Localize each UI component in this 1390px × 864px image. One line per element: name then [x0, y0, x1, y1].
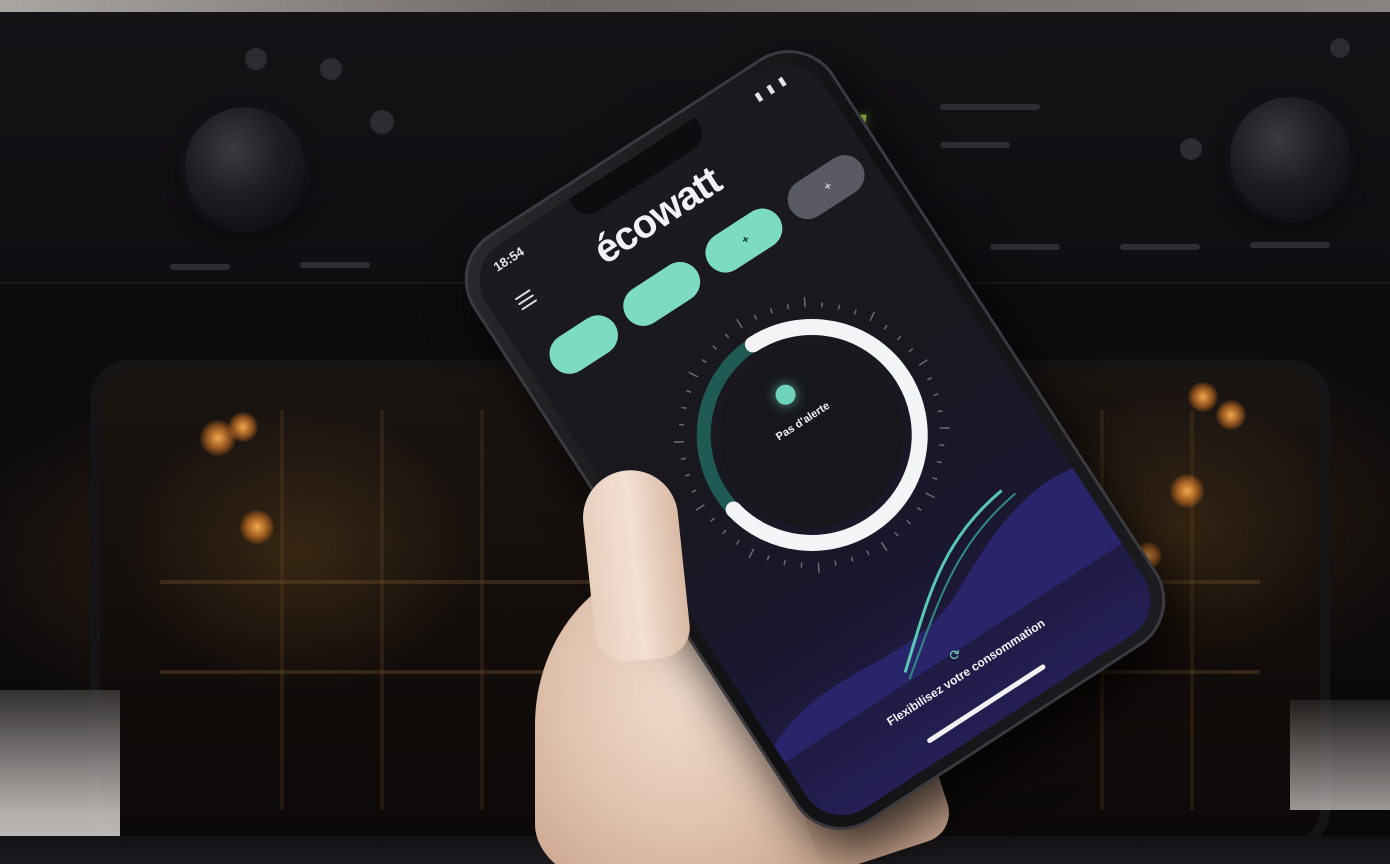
- dial-tick: [710, 517, 715, 522]
- dial-tick: [724, 333, 730, 339]
- panel-label: [940, 142, 1010, 148]
- dial-tick: [869, 311, 876, 322]
- dial-tick: [906, 520, 912, 525]
- dial-tick: [853, 309, 857, 315]
- oven-knob-right: [1230, 97, 1350, 217]
- panel-label: [990, 244, 1060, 250]
- oven-rack-rod: [1190, 410, 1194, 810]
- dial-tick: [748, 548, 755, 559]
- oven-button: [370, 110, 394, 134]
- panel-label: [1250, 242, 1330, 248]
- oven-rack-rod: [480, 410, 484, 810]
- dial-tick: [933, 393, 939, 397]
- dial-tick: [896, 335, 902, 341]
- dial-tick: [880, 541, 888, 552]
- status-bar-icons: ▮ ▮ ▮: [751, 72, 791, 104]
- dial-tick: [939, 426, 950, 430]
- dial-center: [719, 342, 904, 527]
- oven-rack-rod: [380, 410, 384, 810]
- dial-tick: [883, 324, 888, 330]
- oven-button: [1330, 38, 1350, 58]
- dial-tick: [735, 318, 743, 329]
- wall-strip: [0, 0, 1390, 12]
- oven-light: [228, 412, 258, 442]
- day-pill[interactable]: [615, 254, 708, 334]
- dial-tick: [918, 359, 928, 366]
- dial-tick: [695, 504, 705, 511]
- refresh-icon[interactable]: ⟳: [946, 644, 965, 665]
- dial-tick: [766, 555, 770, 561]
- dial-tick: [821, 302, 823, 308]
- oven-button: [320, 58, 342, 80]
- day-pill[interactable]: [541, 307, 626, 382]
- dial-tick: [850, 556, 854, 562]
- dial-tick: [834, 560, 837, 566]
- dial-tick: [817, 562, 820, 573]
- dial-tick: [786, 304, 790, 310]
- dial-tick: [937, 409, 943, 413]
- plus-icon: +: [738, 231, 753, 248]
- dial-tick: [769, 308, 773, 314]
- dial-tick: [908, 348, 914, 353]
- dial-tick: [679, 423, 685, 426]
- dial-tick: [926, 377, 933, 381]
- dial-tick: [939, 444, 945, 447]
- dial-tick: [932, 476, 938, 481]
- dial-tick: [712, 345, 718, 350]
- panel-label: [170, 264, 230, 270]
- oven-knob-left: [185, 107, 305, 227]
- dial-tick: [701, 359, 707, 364]
- panel-label: [940, 104, 1040, 110]
- day-pill[interactable]: +: [779, 147, 873, 227]
- oven-rack-rod: [280, 410, 284, 810]
- oven-light: [1188, 382, 1218, 412]
- status-bar-time: 18:54: [490, 243, 527, 275]
- dial-tick: [735, 540, 740, 546]
- dial-tick: [916, 506, 922, 511]
- oven-button: [245, 48, 267, 70]
- dial-tick: [688, 371, 699, 378]
- dial-tick: [686, 389, 692, 393]
- photo-scene: 744 18:54 ▮ ▮ ▮: [0, 0, 1390, 864]
- dial-tick: [936, 460, 942, 464]
- panel-label: [300, 262, 370, 268]
- oven-light: [1170, 474, 1204, 508]
- oven-light: [240, 510, 274, 544]
- dial-tick: [800, 562, 803, 568]
- day-pill[interactable]: +: [697, 200, 791, 281]
- dial-tick: [866, 550, 870, 556]
- oven-light: [1216, 400, 1246, 430]
- dial-tick: [803, 297, 806, 308]
- dial-tick: [691, 489, 697, 493]
- dial-tick: [685, 473, 691, 477]
- oven-button: [1180, 138, 1202, 160]
- dial-tick: [837, 304, 841, 310]
- dial-tick: [753, 314, 758, 320]
- dial-tick: [783, 560, 786, 566]
- panel-label: [1120, 244, 1200, 250]
- dial-tick: [681, 406, 687, 410]
- dial-tick: [722, 529, 727, 535]
- dial-tick: [894, 531, 899, 537]
- menu-icon[interactable]: [514, 289, 538, 311]
- plus-icon: +: [821, 178, 835, 194]
- dial-tick: [673, 440, 684, 443]
- dial-tick: [925, 492, 936, 499]
- dial-tick: [680, 457, 687, 460]
- background-light: [1290, 700, 1390, 810]
